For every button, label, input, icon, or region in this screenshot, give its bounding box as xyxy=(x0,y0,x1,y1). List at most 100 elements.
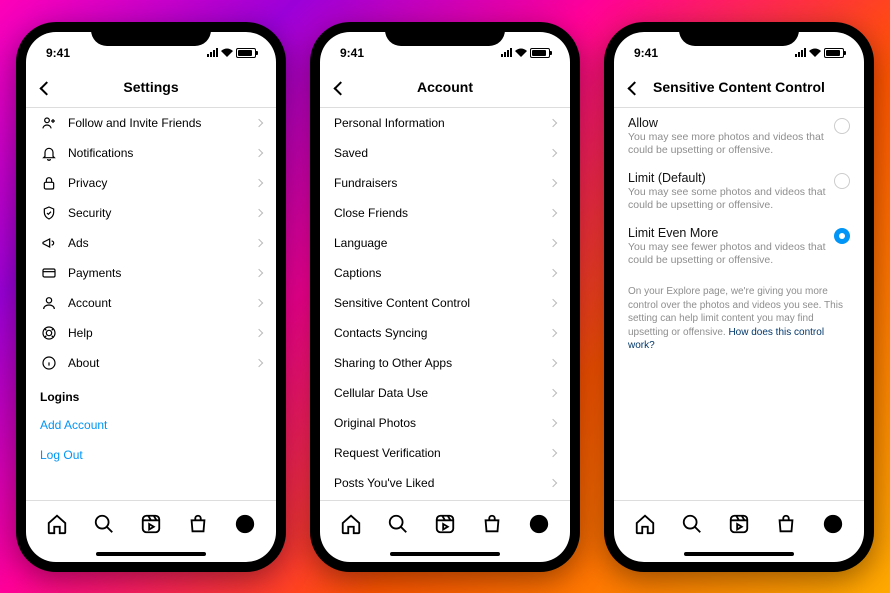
chevron-right-icon xyxy=(255,208,263,216)
section-label-logins: Logins xyxy=(26,378,276,410)
settings-row-payments[interactable]: Payments xyxy=(26,258,276,288)
tab-profile[interactable] xyxy=(822,513,844,535)
row-label: Notifications xyxy=(68,146,133,160)
home-indicator[interactable] xyxy=(96,552,206,556)
option-limit-default[interactable]: Limit (Default) You may see some photos … xyxy=(614,163,864,218)
tab-reels[interactable] xyxy=(140,513,162,535)
chevron-right-icon xyxy=(255,148,263,156)
settings-list[interactable]: Follow and Invite Friends Notifications … xyxy=(26,108,276,500)
row-label: Cellular Data Use xyxy=(334,386,428,400)
row-label: Posts You've Liked xyxy=(334,476,434,490)
tab-home[interactable] xyxy=(46,513,68,535)
tab-bar xyxy=(614,500,864,548)
shield-icon xyxy=(40,205,58,221)
tab-reels[interactable] xyxy=(434,513,456,535)
back-icon[interactable] xyxy=(627,81,641,95)
info-icon xyxy=(40,355,58,371)
tab-search[interactable] xyxy=(681,513,703,535)
account-row-captions[interactable]: Captions xyxy=(320,258,570,288)
tab-shop[interactable] xyxy=(775,513,797,535)
tab-search[interactable] xyxy=(387,513,409,535)
wifi-icon xyxy=(515,48,527,57)
account-row-posts-liked[interactable]: Posts You've Liked xyxy=(320,468,570,498)
status-indicators xyxy=(501,48,550,58)
phone-account: 9:41 Account Personal Information Saved … xyxy=(310,22,580,572)
account-row-close-friends[interactable]: Close Friends xyxy=(320,198,570,228)
megaphone-icon xyxy=(40,235,58,251)
footnote: On your Explore page, we're giving you m… xyxy=(614,273,864,365)
option-limit-even-more[interactable]: Limit Even More You may see fewer photos… xyxy=(614,218,864,273)
status-indicators xyxy=(207,48,256,58)
tab-profile[interactable] xyxy=(234,513,256,535)
option-title: Limit (Default) xyxy=(628,171,850,185)
account-row-saved[interactable]: Saved xyxy=(320,138,570,168)
radio-icon[interactable] xyxy=(834,173,850,189)
tab-search[interactable] xyxy=(93,513,115,535)
settings-row-security[interactable]: Security xyxy=(26,198,276,228)
phone-sensitive-content: 9:41 Sensitive Content Control Allow You… xyxy=(604,22,874,572)
settings-row-ads[interactable]: Ads xyxy=(26,228,276,258)
battery-icon xyxy=(530,48,550,58)
account-row-sharing-apps[interactable]: Sharing to Other Apps xyxy=(320,348,570,378)
account-row-sensitive-content[interactable]: Sensitive Content Control xyxy=(320,288,570,318)
lifebuoy-icon xyxy=(40,325,58,341)
chevron-right-icon xyxy=(549,238,557,246)
chevron-right-icon xyxy=(549,328,557,336)
settings-row-account[interactable]: Account xyxy=(26,288,276,318)
row-label: Request Verification xyxy=(334,446,441,460)
radio-icon[interactable] xyxy=(834,118,850,134)
chevron-right-icon xyxy=(549,208,557,216)
row-label: Security xyxy=(68,206,111,220)
account-row-request-verification[interactable]: Request Verification xyxy=(320,438,570,468)
chevron-right-icon xyxy=(549,358,557,366)
cell-signal-icon xyxy=(501,48,512,57)
page-title: Sensitive Content Control xyxy=(653,79,825,95)
battery-icon xyxy=(236,48,256,58)
settings-row-follow-invite[interactable]: Follow and Invite Friends xyxy=(26,108,276,138)
back-icon[interactable] xyxy=(333,81,347,95)
account-row-personal-info[interactable]: Personal Information xyxy=(320,108,570,138)
settings-row-help[interactable]: Help xyxy=(26,318,276,348)
row-label: Fundraisers xyxy=(334,176,397,190)
account-list[interactable]: Personal Information Saved Fundraisers C… xyxy=(320,108,570,500)
row-label: Ads xyxy=(68,236,89,250)
row-label: Payments xyxy=(68,266,121,280)
chevron-right-icon xyxy=(549,418,557,426)
settings-row-privacy[interactable]: Privacy xyxy=(26,168,276,198)
link-add-account[interactable]: Add Account xyxy=(26,410,276,440)
home-indicator[interactable] xyxy=(684,552,794,556)
row-label: Privacy xyxy=(68,176,107,190)
settings-row-about[interactable]: About xyxy=(26,348,276,378)
tab-reels[interactable] xyxy=(728,513,750,535)
row-label: Sensitive Content Control xyxy=(334,296,470,310)
row-label: Language xyxy=(334,236,387,250)
account-row-original-photos[interactable]: Original Photos xyxy=(320,408,570,438)
user-icon xyxy=(40,295,58,311)
tab-profile[interactable] xyxy=(528,513,550,535)
tab-home[interactable] xyxy=(634,513,656,535)
account-row-cellular-data[interactable]: Cellular Data Use xyxy=(320,378,570,408)
account-row-contacts-syncing[interactable]: Contacts Syncing xyxy=(320,318,570,348)
tab-shop[interactable] xyxy=(481,513,503,535)
tab-home[interactable] xyxy=(340,513,362,535)
row-label: Personal Information xyxy=(334,116,445,130)
chevron-right-icon xyxy=(255,268,263,276)
row-label: Follow and Invite Friends xyxy=(68,116,201,130)
link-log-out[interactable]: Log Out xyxy=(26,440,276,470)
account-row-language[interactable]: Language xyxy=(320,228,570,258)
chevron-right-icon xyxy=(549,118,557,126)
back-icon[interactable] xyxy=(39,81,53,95)
chevron-right-icon xyxy=(255,118,263,126)
card-icon xyxy=(40,265,58,281)
radio-icon-selected[interactable] xyxy=(834,228,850,244)
option-allow[interactable]: Allow You may see more photos and videos… xyxy=(614,108,864,163)
home-indicator[interactable] xyxy=(390,552,500,556)
page-title: Settings xyxy=(123,79,178,95)
status-time: 9:41 xyxy=(46,46,70,60)
account-row-fundraisers[interactable]: Fundraisers xyxy=(320,168,570,198)
settings-row-notifications[interactable]: Notifications xyxy=(26,138,276,168)
row-label: Captions xyxy=(334,266,381,280)
notch xyxy=(679,22,799,46)
tab-shop[interactable] xyxy=(187,513,209,535)
row-label: Help xyxy=(68,326,93,340)
